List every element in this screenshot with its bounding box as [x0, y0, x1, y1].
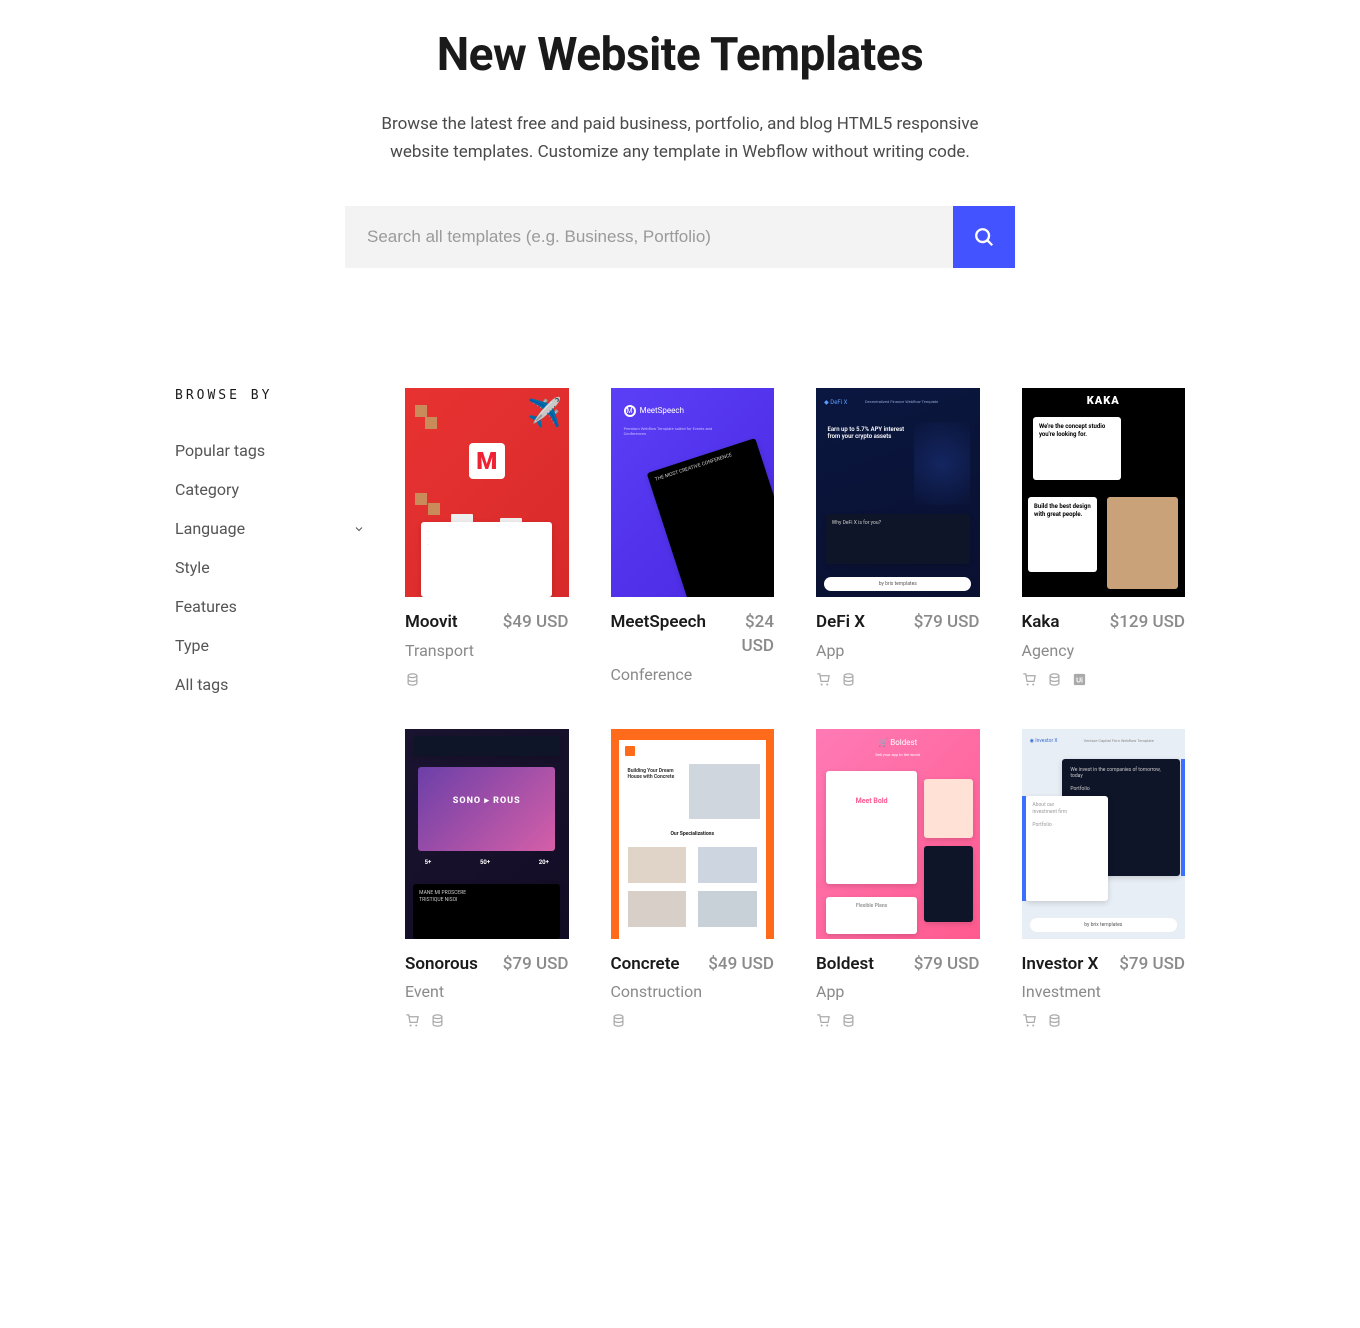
template-category: Transport — [405, 641, 569, 660]
template-feature-icons — [405, 1013, 569, 1028]
template-thumbnail[interactable]: ◆ DeFi XDecentralized Finance Webflow Te… — [816, 388, 980, 597]
template-category: App — [816, 982, 980, 1001]
template-price: $79 USD — [503, 953, 569, 977]
database-icon — [430, 1013, 445, 1028]
template-card[interactable]: Building Your DreamHouse with Concrete O… — [611, 729, 775, 1028]
sidebar-item-label: Category — [175, 480, 239, 499]
template-grid: ✈️ M ...Moovit$49 USDTransportMMeetSpeec… — [405, 388, 1185, 1028]
template-thumbnail[interactable]: MMeetSpeech Premium Webflow Template sui… — [611, 388, 775, 597]
template-price: $79 USD — [1119, 953, 1185, 977]
sidebar-item-popular-tags[interactable]: Popular tags — [175, 431, 365, 470]
template-category: Agency — [1022, 641, 1186, 660]
template-price: $49 USD — [503, 611, 569, 635]
database-icon — [1047, 1013, 1062, 1028]
cart-icon — [816, 1013, 831, 1028]
template-card[interactable]: SONO ▸ ROUS 5+50+20+ MANE MI PROSCERETRI… — [405, 729, 569, 1028]
template-feature-icons — [405, 672, 569, 687]
template-name: Moovit — [405, 611, 458, 633]
sidebar-item-label: Features — [175, 597, 237, 616]
template-category: App — [816, 641, 980, 660]
sidebar-item-style[interactable]: Style — [175, 548, 365, 587]
template-name: Concrete — [611, 953, 680, 975]
sidebar-item-label: Type — [175, 636, 209, 655]
cart-icon — [405, 1013, 420, 1028]
template-feature-icons — [816, 1013, 980, 1028]
template-category: Conference — [611, 665, 775, 684]
template-thumbnail[interactable]: ◉ Investor XVenture Capital Firm Webflow… — [1022, 729, 1186, 938]
sidebar-item-label: Style — [175, 558, 210, 577]
chevron-down-icon — [353, 523, 365, 535]
sidebar-item-type[interactable]: Type — [175, 626, 365, 665]
cart-icon — [816, 672, 831, 687]
database-icon — [405, 672, 420, 687]
sidebar-item-label: Language — [175, 519, 245, 538]
template-card[interactable]: MMeetSpeech Premium Webflow Template sui… — [611, 388, 775, 687]
database-icon — [611, 1013, 626, 1028]
search-button[interactable] — [953, 206, 1015, 268]
page-title: New Website Templates — [235, 28, 1125, 82]
template-card[interactable]: 🛒 BoldestSell your app to the world Meet… — [816, 729, 980, 1028]
sidebar-item-label: Popular tags — [175, 441, 265, 460]
template-name: Sonorous — [405, 953, 478, 975]
template-thumbnail[interactable]: 🛒 BoldestSell your app to the world Meet… — [816, 729, 980, 938]
template-category: Event — [405, 982, 569, 1001]
sidebar-item-all-tags[interactable]: All tags — [175, 665, 365, 704]
template-thumbnail[interactable]: ✈️ M ... — [405, 388, 569, 597]
template-price: $79 USD — [914, 611, 980, 635]
template-thumbnail[interactable]: SONO ▸ ROUS 5+50+20+ MANE MI PROSCERETRI… — [405, 729, 569, 938]
template-name: Kaka — [1022, 611, 1060, 633]
template-feature-icons — [816, 672, 980, 687]
database-icon — [841, 1013, 856, 1028]
template-price: $129 USD — [1110, 611, 1185, 635]
template-card[interactable]: ◆ DeFi XDecentralized Finance Webflow Te… — [816, 388, 980, 687]
cart-icon — [1022, 1013, 1037, 1028]
template-feature-icons — [1022, 672, 1186, 687]
search-icon — [973, 226, 995, 248]
template-thumbnail[interactable]: Building Your DreamHouse with Concrete O… — [611, 729, 775, 938]
sidebar-item-category[interactable]: Category — [175, 470, 365, 509]
hero-section: New Website Templates Browse the latest … — [235, 0, 1125, 268]
database-icon — [1047, 672, 1062, 687]
search-bar — [345, 206, 1015, 268]
template-price: $24 USD — [714, 611, 774, 659]
sidebar-item-language[interactable]: Language — [175, 509, 365, 548]
template-feature-icons — [1022, 1013, 1186, 1028]
sidebar-item-features[interactable]: Features — [175, 587, 365, 626]
template-name: MeetSpeech — [611, 611, 706, 633]
template-card[interactable]: KAKA We're the concept studio you're loo… — [1022, 388, 1186, 687]
template-name: DeFi X — [816, 611, 865, 633]
search-input[interactable] — [345, 206, 953, 268]
template-name: Investor X — [1022, 953, 1099, 975]
template-price: $49 USD — [708, 953, 774, 977]
template-category: Construction — [611, 982, 775, 1001]
thumb-logo: M — [469, 443, 505, 479]
page-subtitle: Browse the latest free and paid business… — [350, 110, 1010, 166]
template-category: Investment — [1022, 982, 1186, 1001]
browse-by-heading: BROWSE BY — [175, 388, 365, 403]
sidebar: BROWSE BY Popular tags Category Language St… — [175, 388, 365, 1028]
template-thumbnail[interactable]: KAKA We're the concept studio you're loo… — [1022, 388, 1186, 597]
sidebar-item-label: All tags — [175, 675, 228, 694]
template-name: Boldest — [816, 953, 874, 975]
uikit-icon — [1072, 672, 1087, 687]
template-card[interactable]: ✈️ M ... Moovit $49 USD Transport — [405, 388, 569, 687]
cart-icon — [1022, 672, 1037, 687]
template-feature-icons — [611, 1013, 775, 1028]
template-price: $79 USD — [914, 953, 980, 977]
database-icon — [841, 672, 856, 687]
template-card[interactable]: ◉ Investor XVenture Capital Firm Webflow… — [1022, 729, 1186, 1028]
